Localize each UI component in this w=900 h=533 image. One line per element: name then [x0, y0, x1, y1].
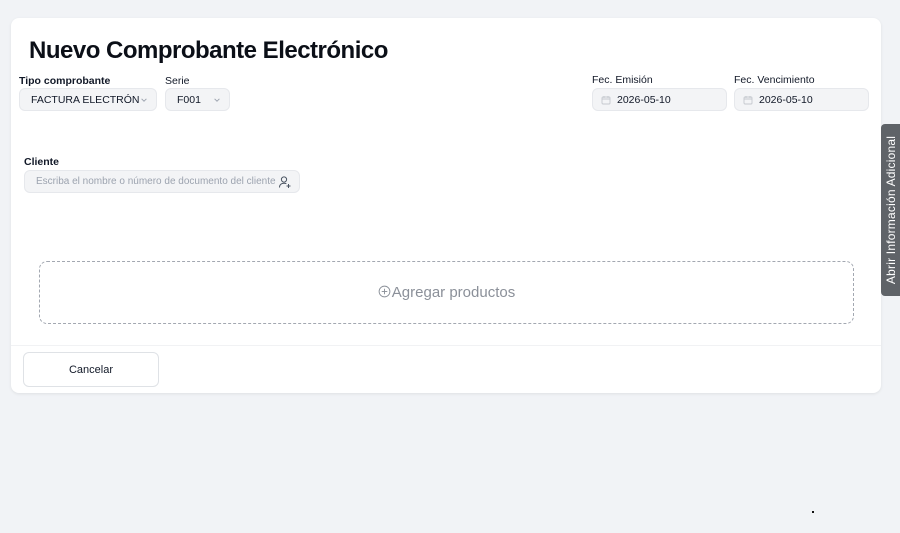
serie-label: Serie [165, 75, 190, 87]
footer-divider [11, 345, 881, 346]
cliente-placeholder: Escriba el nombre o número de documento … [36, 176, 276, 187]
add-products-label: Agregar productos [391, 284, 516, 301]
serie-value: F001 [177, 93, 201, 106]
open-additional-info-tab[interactable]: Abrir Información Adicional [881, 124, 900, 296]
fecha-vencimiento-value: 2026-05-10 [759, 93, 813, 106]
tipo-comprobante-select[interactable]: FACTURA ELECTRÓNICA [19, 88, 157, 111]
tipo-comprobante-value: FACTURA ELECTRÓNICA [31, 93, 140, 106]
cursor-dot [812, 511, 814, 513]
chevron-down-icon [141, 97, 147, 102]
add-user-icon[interactable] [278, 175, 292, 189]
fecha-emision-label: Fec. Emisión [592, 74, 653, 86]
add-products-button[interactable]: Agregar productos [39, 261, 854, 324]
tipo-comprobante-label: Tipo comprobante [19, 75, 111, 87]
calendar-icon [601, 95, 611, 104]
plus-circle-icon [378, 285, 391, 297]
side-tab-label: Abrir Información Adicional [883, 135, 898, 285]
cancel-label: Cancelar [68, 363, 114, 376]
cliente-label: Cliente [24, 156, 60, 168]
page-title: Nuevo Comprobante Electrónico [29, 37, 388, 64]
fecha-vencimiento-label: Fec. Vencimiento [734, 74, 815, 86]
chevron-down-icon [214, 97, 220, 102]
fecha-emision-value: 2026-05-10 [617, 93, 671, 106]
cancel-button[interactable]: Cancelar [23, 352, 159, 387]
fecha-vencimiento-input[interactable]: 2026-05-10 [734, 88, 869, 111]
calendar-icon [743, 95, 753, 104]
cliente-search-input[interactable]: Escriba el nombre o número de documento … [24, 170, 300, 193]
fecha-emision-input[interactable]: 2026-05-10 [592, 88, 727, 111]
serie-select[interactable]: F001 [165, 88, 230, 111]
